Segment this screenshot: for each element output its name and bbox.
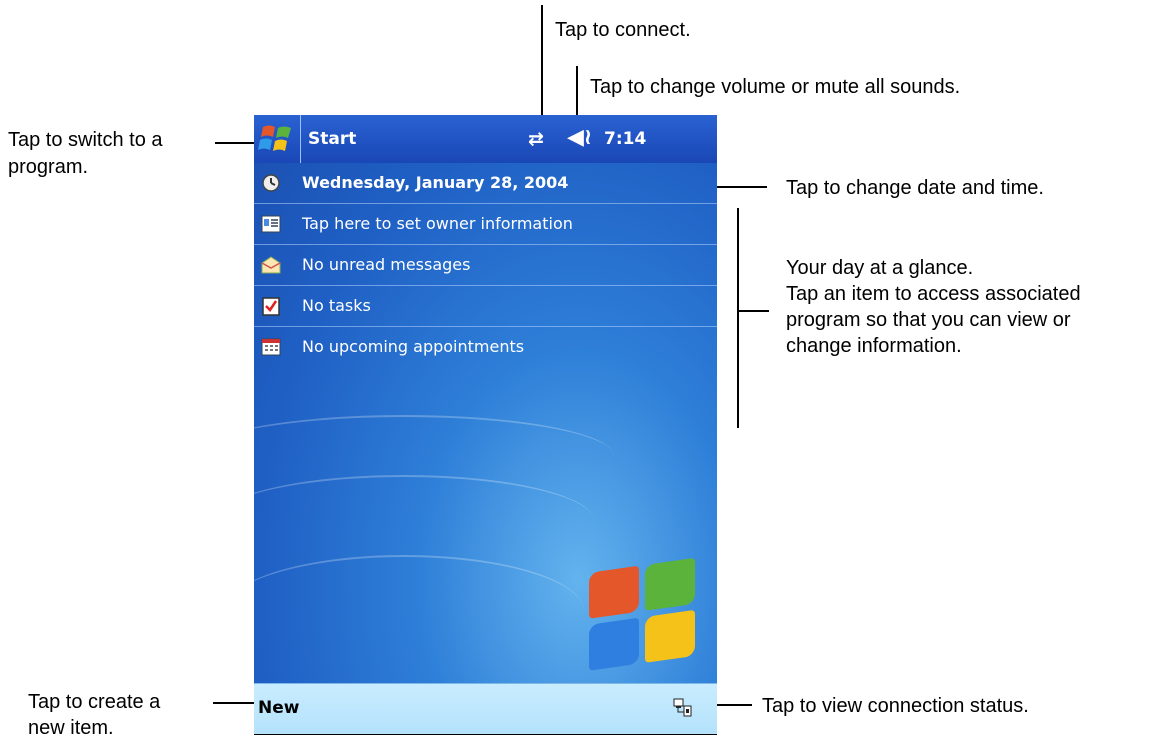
callout-create-line2: new item. (28, 717, 114, 739)
today-screen: Start ⇄ ◀︎≀ 7:14 Wednesday, January 28, … (254, 115, 717, 735)
connectivity-arrows-icon[interactable]: ⇄ (528, 128, 544, 150)
callout-glance-line4: change information. (786, 335, 962, 357)
leader-create (213, 702, 256, 704)
callout-switch-program-line1: Tap to switch to a (8, 129, 163, 151)
leader-glance-vertical (737, 208, 739, 428)
today-item-messages[interactable]: No unread messages (254, 245, 717, 286)
connection-status-icon[interactable] (672, 696, 694, 723)
today-item-appointments[interactable]: No upcoming appointments (254, 327, 717, 367)
windows-flag-icon (258, 125, 291, 151)
task-checkbox-icon (260, 295, 282, 317)
new-button[interactable]: New (258, 698, 299, 718)
leader-connect (541, 5, 543, 117)
taskbar: Start ⇄ ◀︎≀ 7:14 (254, 115, 717, 163)
callout-glance-line1: Your day at a glance. (786, 257, 974, 279)
clock[interactable]: 7:14 (604, 129, 646, 149)
background-swoosh (254, 555, 584, 667)
today-item-owner[interactable]: Tap here to set owner information (254, 204, 717, 245)
clock-icon (260, 172, 282, 194)
start-button[interactable] (254, 115, 301, 163)
callout-glance-line3: program so that you can view or (786, 309, 1071, 331)
speaker-icon[interactable]: ◀︎≀ (567, 125, 592, 150)
calendar-icon (260, 336, 282, 358)
today-item-tasks[interactable]: No tasks (254, 286, 717, 327)
tasks-label: No tasks (302, 296, 371, 315)
today-item-date[interactable]: Wednesday, January 28, 2004 (254, 163, 717, 204)
leader-glance-horizontal (737, 310, 769, 312)
appointments-label: No upcoming appointments (302, 337, 525, 356)
callout-glance-line2: Tap an item to access associated (786, 283, 1081, 305)
contact-card-icon (260, 213, 282, 235)
start-label[interactable]: Start (308, 129, 356, 149)
owner-info-label: Tap here to set owner information (302, 214, 573, 233)
callout-date-time: Tap to change date and time. (786, 177, 1044, 199)
callout-volume: Tap to change volume or mute all sounds. (590, 76, 961, 98)
callout-create-line1: Tap to create a (28, 691, 161, 713)
callout-switch-program-line2: program. (8, 156, 89, 178)
menu-bar: New (254, 683, 717, 735)
callout-connection-status: Tap to view connection status. (762, 695, 1029, 717)
messages-label: No unread messages (302, 255, 471, 274)
leader-volume (576, 66, 578, 118)
windows-logo-watermark (589, 557, 699, 672)
envelope-icon (260, 254, 282, 276)
callout-connect: Tap to connect. (555, 19, 691, 41)
date-label: Wednesday, January 28, 2004 (302, 173, 569, 192)
background-swoosh (254, 475, 594, 567)
leader-switch (215, 142, 257, 144)
